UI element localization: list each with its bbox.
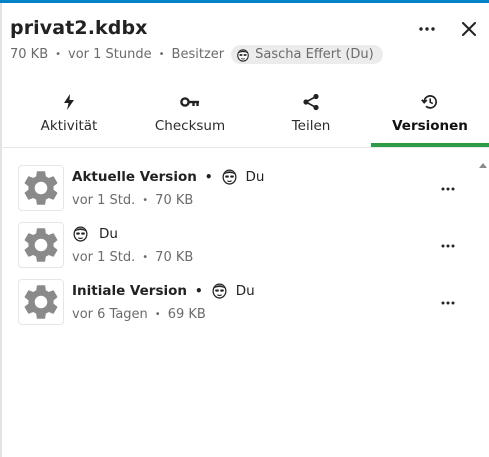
meta-separator: • [55, 49, 62, 60]
version-meta: vor 6 Tagen • 69 KB [72, 307, 206, 322]
key-icon [180, 90, 200, 114]
close-button[interactable] [455, 15, 483, 43]
user-avatar-icon [212, 283, 227, 299]
top-accent-bar [0, 0, 489, 3]
more-horizontal-icon [419, 27, 435, 31]
version-thumbnail [18, 165, 64, 211]
tab-checksum[interactable]: Checksum [140, 88, 240, 148]
version-author-name: Du [235, 282, 255, 299]
version-size: 70 KB [155, 193, 194, 208]
version-name: Initiale Version [72, 282, 188, 299]
owner-name: Sascha Effert (Du) [255, 47, 374, 62]
sidebar-header: privat2.kdbx 70 KB • vor 1 Stunde • Besi… [10, 15, 489, 75]
tab-label: Checksum [154, 118, 226, 134]
lightning-icon [63, 90, 75, 114]
history-icon [421, 90, 439, 114]
version-title-line: Aktuelle Version • Du [72, 168, 264, 185]
tab-share[interactable]: Teilen [270, 88, 352, 148]
gear-icon [24, 171, 58, 205]
tab-label: Aktivität [40, 118, 98, 134]
user-avatar-icon [222, 169, 237, 185]
tab-versions[interactable]: Versionen [371, 88, 489, 148]
scroll-up-arrow[interactable] [479, 163, 487, 168]
owner-label: Besitzer [171, 47, 225, 62]
more-actions-button[interactable] [413, 15, 441, 43]
version-time: vor 6 Tagen [72, 307, 148, 322]
meta-separator: • [158, 49, 165, 60]
version-item[interactable]: Du vor 1 Std. • 70 KB [18, 222, 478, 279]
owner-chip[interactable]: Sascha Effert (Du) [231, 45, 383, 64]
meta-separator: • [204, 169, 213, 184]
version-time: vor 1 Std. [72, 250, 136, 265]
version-author: Du [72, 225, 118, 242]
more-horizontal-icon [441, 187, 455, 191]
version-name: Aktuelle Version [72, 168, 197, 185]
version-list: Aktuelle Version • Du vor 1 Std. • 70 KB… [18, 165, 478, 336]
version-author-name: Du [245, 168, 265, 185]
meta-separator: • [195, 283, 203, 298]
more-horizontal-icon [441, 244, 455, 248]
version-meta: vor 1 Std. • 70 KB [72, 250, 193, 265]
version-size: 69 KB [167, 307, 206, 322]
tab-label: Teilen [291, 118, 331, 134]
user-avatar-icon [73, 226, 88, 242]
file-title: privat2.kdbx [10, 17, 148, 39]
file-meta: 70 KB • vor 1 Stunde • Besitzer Sascha E… [10, 45, 383, 64]
tab-label: Versionen [392, 118, 468, 134]
version-author-name: Du [99, 225, 118, 242]
version-item[interactable]: Initiale Version • Du vor 6 Tagen • 69 K… [18, 279, 478, 336]
version-author: Du [211, 282, 255, 299]
version-actions-button[interactable] [434, 175, 462, 203]
more-horizontal-icon [441, 301, 455, 305]
version-time: vor 1 Std. [72, 193, 136, 208]
version-thumbnail [18, 279, 64, 325]
header-actions [413, 15, 483, 43]
file-size: 70 KB [10, 47, 49, 62]
version-author: Du [221, 168, 265, 185]
sidebar-tabs: Aktivität Checksum Teilen Versionen [0, 88, 489, 148]
meta-separator: • [154, 309, 161, 320]
close-icon [462, 22, 476, 36]
user-avatar-icon [237, 48, 249, 62]
version-actions-button[interactable] [434, 289, 462, 317]
file-modified: vor 1 Stunde [68, 47, 152, 62]
version-actions-button[interactable] [434, 232, 462, 260]
meta-separator: • [142, 252, 149, 263]
version-thumbnail [18, 222, 64, 268]
gear-icon [24, 228, 58, 262]
meta-separator: • [142, 195, 149, 206]
share-icon [302, 90, 320, 114]
version-size: 70 KB [155, 250, 194, 265]
version-title-line: Initiale Version • Du [72, 282, 255, 299]
active-tab-indicator [371, 143, 489, 147]
version-item[interactable]: Aktuelle Version • Du vor 1 Std. • 70 KB [18, 165, 478, 222]
gear-icon [24, 285, 58, 319]
tab-activity[interactable]: Aktivität [20, 88, 118, 148]
version-title-line: Du [72, 225, 118, 242]
version-meta: vor 1 Std. • 70 KB [72, 193, 193, 208]
panel-left-border [0, 3, 2, 457]
